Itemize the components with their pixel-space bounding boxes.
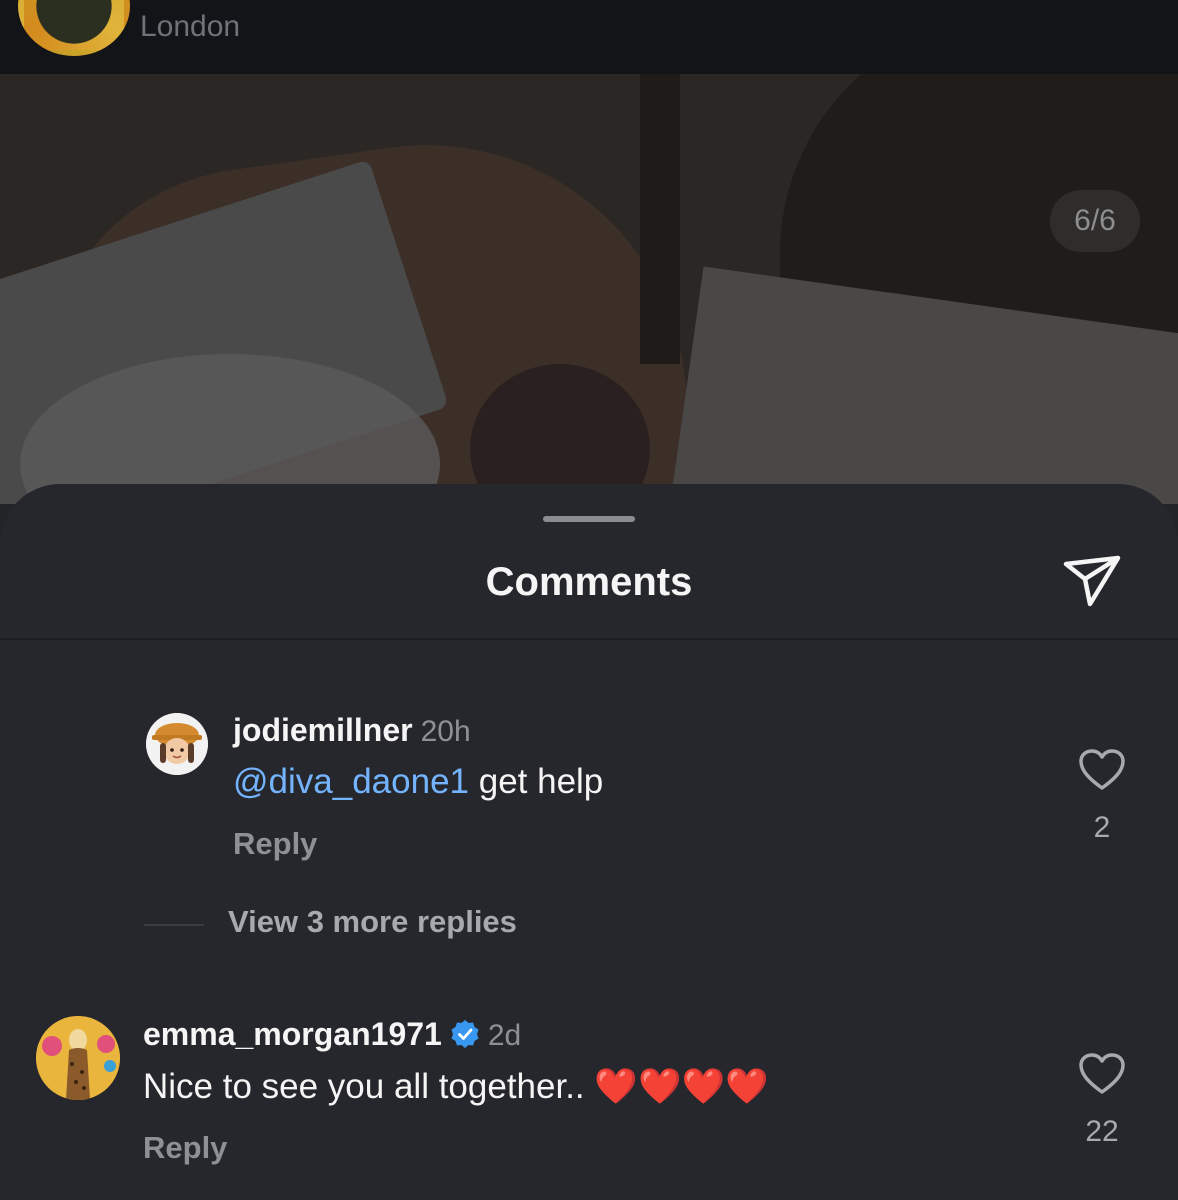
post-media[interactable]: 6/6: [0, 74, 1178, 504]
reply-button[interactable]: Reply: [143, 1130, 227, 1166]
media-shape: [640, 74, 680, 364]
comment-time: 2d: [487, 1019, 522, 1052]
media-counter: 6/6: [1050, 190, 1140, 252]
commenter-avatar[interactable]: [36, 1016, 120, 1100]
post-location[interactable]: London: [140, 10, 240, 44]
like-count: 22: [1085, 1115, 1119, 1148]
heart-outline-icon: [1079, 1053, 1125, 1094]
photo-avatar-icon: [36, 1016, 120, 1100]
verified-badge-icon: [451, 1020, 479, 1048]
app-screen: London 6/6 Comments jodiemillner 20h @di…: [0, 0, 1178, 1200]
like-button[interactable]: 22: [1072, 1052, 1132, 1149]
author-avatar[interactable]: [18, 0, 130, 56]
comment-item: emma_morgan1971 2d Nice to see you all t…: [0, 484, 1178, 1200]
comment-username[interactable]: emma_morgan1971: [143, 1016, 442, 1052]
comment-body: Nice to see you all together.. ❤️❤️❤️❤️: [143, 1067, 769, 1106]
comments-sheet: Comments jodiemillner 20h @diva_daone1 g…: [0, 484, 1178, 1200]
post-header: London: [0, 0, 1178, 74]
comment-header: emma_morgan1971 2d: [143, 1016, 521, 1053]
